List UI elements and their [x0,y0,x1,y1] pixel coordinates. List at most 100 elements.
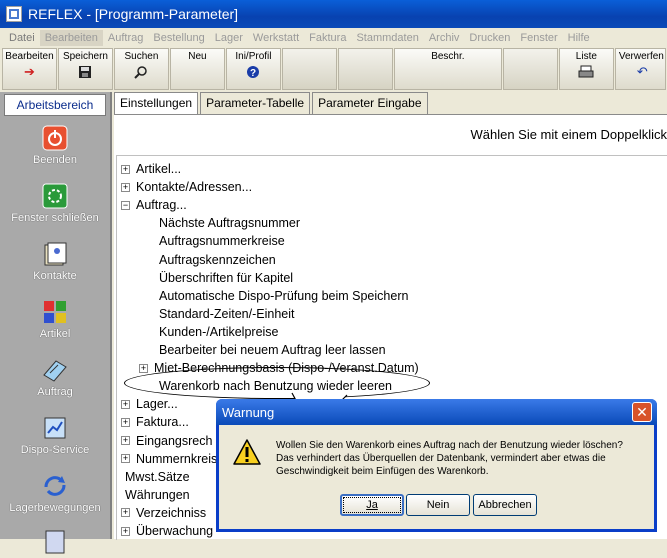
app-icon [6,6,22,22]
tree-item-label: Lager... [136,397,178,412]
tab-einstellungen[interactable]: Einstellungen [114,92,199,114]
sidebar-item-beenden[interactable]: Beenden [0,122,110,166]
power-icon [39,122,71,154]
tree-item-label: Nummernkreis [136,451,218,466]
expand-icon[interactable]: + [121,436,130,445]
sidebar-item-artikel[interactable]: Artikel [0,296,110,340]
menu-fenster[interactable]: Fenster [515,30,562,46]
liste-button[interactable]: Liste [558,48,614,90]
menu-werkstatt[interactable]: Werkstatt [248,30,304,46]
tree-item-label: Bearbeiter bei neuem Auftrag leer lassen [159,343,386,357]
ja-button[interactable]: Ja [340,494,404,516]
expand-icon[interactable]: + [139,363,148,373]
menu-bearbeiten[interactable]: Bearbeiten [39,30,103,46]
tree-item[interactable]: Überschriften für Kapitel [139,269,293,287]
tree-item[interactable]: Nächste Auftragsnummer [139,214,300,232]
warning-dialog: Warnung ✕ Wollen Sie den Warenkorb eines… [216,399,657,532]
tree-item[interactable]: Auftragskennzeichen [139,251,276,269]
nein-button[interactable]: Nein [406,494,470,516]
sidebar-item-partial[interactable] [0,526,110,558]
nein-label: Nein [426,499,450,511]
menu-hilfe[interactable]: Hilfe [563,30,595,46]
bearbeiten-button[interactable]: Bearbeiten ➔ [2,48,57,90]
dialog-message-line: Das verhindert das Überquellen der Daten… [276,453,606,464]
save-icon [78,65,92,82]
expand-icon[interactable]: + [121,182,130,192]
sidebar-item-label: Beenden [32,154,78,166]
sidebar-item-kontakte[interactable]: Kontakte [0,238,110,282]
printer-icon [578,65,594,82]
toolbar: Bearbeiten ➔ Speichern Suchen Neu Ini/Pr… [0,48,667,92]
menu-auftrag[interactable]: Auftrag [103,30,148,46]
tree-item[interactable]: Bearbeiter bei neuem Auftrag leer lassen [139,341,386,359]
tree-item[interactable]: + Lager... [121,395,178,413]
tree-item-label: Artikel... [136,162,182,176]
tree-item[interactable]: + Verzeichniss [121,504,206,522]
tree-item[interactable]: + Nummernkreis [121,450,217,468]
menu-faktura[interactable]: Faktura [304,30,351,46]
sidebar: Arbeitsbereich Beenden Fenster schließen… [0,92,112,554]
collapse-icon[interactable]: − [121,200,130,210]
expand-icon[interactable]: + [121,417,130,427]
tree-item[interactable]: Auftragsnummerkreise [139,232,285,250]
article-icon [39,296,71,328]
tree-item[interactable]: Mwst.Sätze [121,468,190,486]
sidebar-item-dispo-service[interactable]: Dispo-Service [0,412,110,456]
sidebar-item-lagerbewegungen[interactable]: Lagerbewegungen [0,470,110,514]
tab-parameter-tabelle[interactable]: Parameter-Tabelle [200,92,311,114]
expand-icon[interactable]: + [121,164,130,174]
sidebar-header: Arbeitsbereich [4,94,106,116]
tree-item[interactable]: + Überwachung [121,522,213,540]
verwerfen-button[interactable]: Verwerfen ↶ [614,48,666,90]
menu-archiv[interactable]: Archiv [424,30,465,46]
tree-item[interactable]: − Auftrag... [121,196,187,214]
tree-item[interactable]: + Kontakte/Adressen... [121,178,252,196]
toolbar-empty-button-1[interactable] [281,48,337,90]
tree-item-label: Eingangsrech [136,433,213,448]
toolbar-empty-button-3[interactable] [502,48,558,90]
warning-icon [233,439,261,465]
menu-drucken[interactable]: Drucken [464,30,515,46]
tree-item[interactable]: Währungen [121,486,190,504]
ini-profil-button[interactable]: Ini/Profil ? [225,48,281,90]
bearbeiten-label: Bearbeiten [5,51,54,62]
beschr-button[interactable]: Beschr. [393,48,502,90]
sidebar-item-auftrag[interactable]: Auftrag [0,354,110,398]
sidebar-item-fenster-schliessen[interactable]: Fenster schließen [0,180,110,224]
toolbar-empty-button-2[interactable] [337,48,393,90]
menu-bestellung[interactable]: Bestellung [148,30,209,46]
tab-parameter-eingabe[interactable]: Parameter Eingabe [312,92,428,114]
tree-item[interactable]: Automatische Dispo-Prüfung beim Speicher… [139,287,408,305]
dialog-close-button[interactable]: ✕ [632,402,652,422]
dialog-title: Warnung [222,404,275,420]
tree-item-label: Verzeichniss [136,505,207,520]
tree-item-label: Kontakte/Adressen... [136,180,253,195]
abbrechen-button[interactable]: Abbrechen [473,494,537,516]
dialog-message: Wollen Sie den Warenkorb eines Auftrag n… [276,439,656,478]
tree-item[interactable]: Standard-Zeiten/-Einheit [139,305,295,323]
neu-button[interactable]: Neu [169,48,225,90]
menu-lager[interactable]: Lager [210,30,248,46]
tree-item-label: Faktura... [136,415,189,430]
neu-label: Neu [188,51,207,62]
expand-icon[interactable]: + [121,454,130,464]
window-title: REFLEX - [Programm-Parameter] [28,6,239,22]
tree-item[interactable]: + Faktura... [121,413,189,431]
stock-icon [39,470,71,502]
speichern-button[interactable]: Speichern [57,48,113,90]
tree-item[interactable]: + Eingangsrech [121,432,212,450]
suchen-button[interactable]: Suchen [113,48,169,90]
expand-icon[interactable]: + [121,526,130,536]
tree-item-label: Automatische Dispo-Prüfung beim Speicher… [159,288,409,303]
tree-item[interactable]: Kunden-/Artikelpreise [139,323,279,341]
sidebar-item-label: Fenster schließen [11,212,99,224]
tree-item-label: Auftragskennzeichen [159,252,276,267]
verwerfen-label: Verwerfen [618,51,664,62]
tree-item[interactable]: + Artikel... [121,160,181,178]
tree-item-label: Überwachung [136,524,214,538]
menu-stammdaten[interactable]: Stammdaten [351,30,423,46]
tree-item-label: Mwst.Sätze [125,469,190,484]
expand-icon[interactable]: + [121,399,130,409]
menu-datei[interactable]: Datei [4,30,40,46]
expand-icon[interactable]: + [121,508,130,518]
